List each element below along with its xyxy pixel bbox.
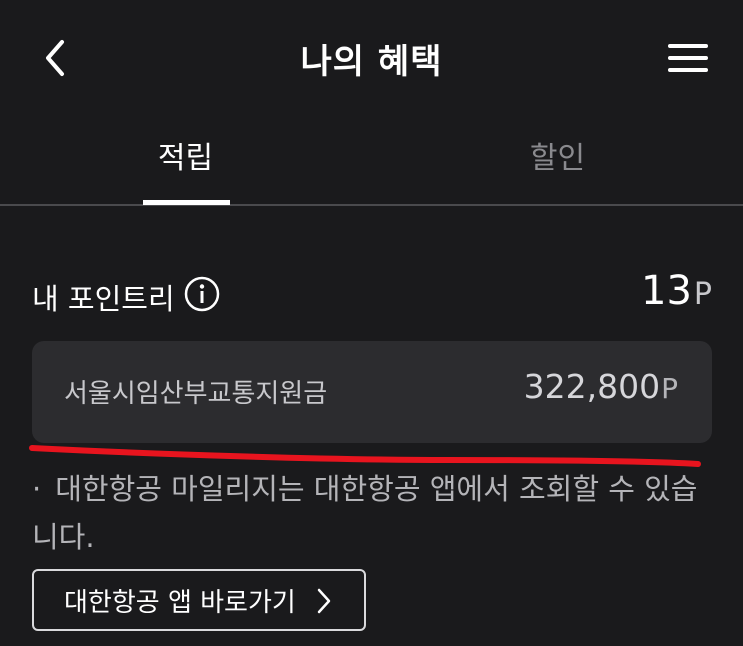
chevron-right-icon bbox=[317, 588, 331, 614]
subsidy-label: 서울시임산부교통지원금 bbox=[64, 379, 328, 409]
points-label: 내 포인트리 bbox=[32, 282, 175, 316]
info-circle-icon[interactable] bbox=[184, 276, 220, 312]
subsidy-value: 322,800P bbox=[524, 367, 678, 406]
points-unit: P bbox=[693, 277, 712, 312]
subsidy-card: 서울시임산부교통지원금 322,800P bbox=[32, 341, 712, 443]
hamburger-menu-icon bbox=[668, 44, 708, 72]
menu-button[interactable] bbox=[664, 38, 712, 78]
tab-discount[interactable]: 할인 bbox=[372, 128, 743, 204]
mileage-notice: · 대한항공 마일리지는 대한항공 앱에서 조회할 수 있습니다. bbox=[32, 465, 722, 561]
my-points-row: 내 포인트리 13P bbox=[32, 268, 712, 324]
page-title: 나의 혜택 bbox=[300, 42, 443, 82]
points-value: 13P bbox=[641, 268, 712, 314]
app-link-label: 대한항공 앱 바로가기 bbox=[64, 588, 296, 618]
top-header: 나의 혜택 bbox=[0, 0, 743, 118]
subsidy-unit: P bbox=[661, 372, 678, 405]
korean-air-app-button[interactable]: 대한항공 앱 바로가기 bbox=[32, 569, 366, 631]
tab-earn[interactable]: 적립 bbox=[0, 128, 371, 204]
points-amount: 13 bbox=[641, 268, 692, 314]
benefit-tabs: 적립 할인 bbox=[0, 128, 743, 206]
subsidy-amount: 322,800 bbox=[523, 367, 661, 406]
notice-bullet: · bbox=[32, 472, 42, 506]
notice-text: 대한항공 마일리지는 대한항공 앱에서 조회할 수 있습니다. bbox=[32, 472, 698, 554]
active-tab-indicator bbox=[143, 200, 230, 205]
